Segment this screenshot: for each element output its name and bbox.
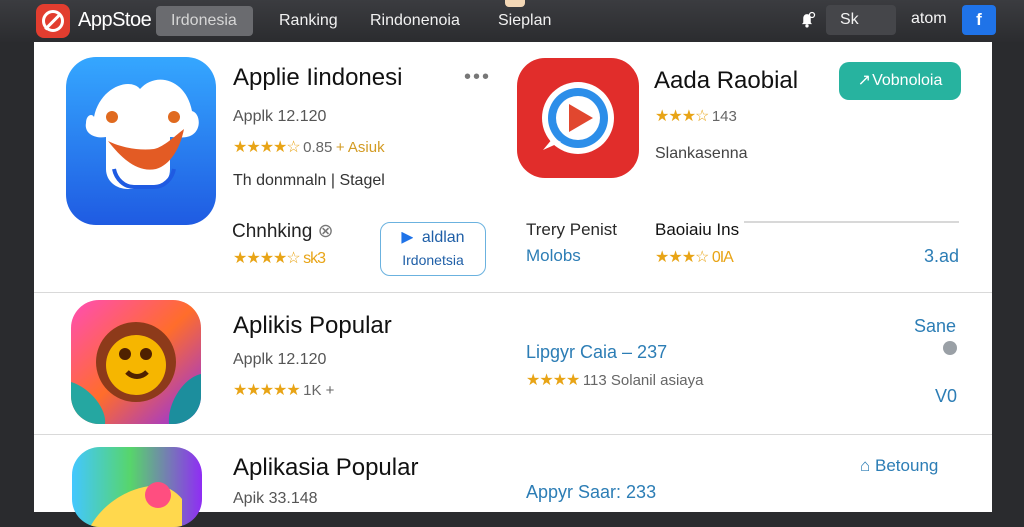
popular-meta: Applk 12.120 bbox=[233, 351, 327, 368]
download-icon: ↗ bbox=[857, 72, 872, 89]
app-meta: Applk 12.120 bbox=[233, 108, 327, 125]
tab-ranking[interactable]: Ranking bbox=[264, 6, 353, 36]
row-separator bbox=[34, 434, 992, 435]
ranking-label: Chnhking ⊗ bbox=[232, 220, 333, 243]
right-value[interactable]: 3.ad bbox=[924, 246, 959, 267]
brand-name[interactable]: AppStoe bbox=[78, 9, 152, 32]
center-line-2[interactable]: Molobs bbox=[526, 246, 581, 266]
app-title-second[interactable]: Aada Raobial bbox=[654, 67, 798, 95]
verified-icon: ⊗ bbox=[317, 221, 334, 242]
rating-count: 143 bbox=[711, 108, 737, 125]
rating-extra: + Asiuk bbox=[335, 139, 385, 156]
developer-text[interactable]: Th donmnaln | Stagel bbox=[233, 172, 385, 189]
download-button[interactable]: ↗ Vobnoloia bbox=[839, 62, 961, 100]
center-line-1: Trery Penist bbox=[526, 220, 618, 239]
app-list-content: Applie Iindonesi ••• Applk 12.120 ★★★★☆ … bbox=[34, 42, 992, 527]
indonesia-action-button[interactable]: aldlan Irdonetsia bbox=[380, 222, 486, 276]
betoung-link[interactable]: ⌂ Betoung bbox=[860, 456, 938, 476]
app-icon-colorful[interactable] bbox=[72, 447, 202, 527]
settings-icon[interactable] bbox=[943, 341, 957, 355]
stars: ★★★★☆ bbox=[233, 139, 301, 156]
second-subtitle: Slankasenna bbox=[655, 145, 748, 162]
facebook-button[interactable]: f bbox=[962, 5, 996, 35]
top-navigation-bar: AppStoe Irdonesia Ranking Rindonenoia Si… bbox=[0, 0, 1024, 42]
popular-title[interactable]: Aplikis Popular bbox=[233, 312, 392, 340]
popular-stars: ★★★★★ 1K + bbox=[233, 380, 334, 400]
rating-text: 0.85 bbox=[303, 139, 333, 156]
app-icon-play[interactable] bbox=[517, 58, 639, 178]
popular-center-title[interactable]: Lipgyr Caia – 237 bbox=[526, 342, 667, 363]
popular-center-title-2[interactable]: Appyr Saar: 233 bbox=[526, 482, 656, 503]
ranking-stars: ★★★★☆ sk3 bbox=[233, 250, 326, 267]
save-link[interactable]: Sane bbox=[914, 316, 956, 337]
download-extra: 1K + bbox=[303, 382, 335, 399]
popular-title-2[interactable]: Aplikasia Popular bbox=[233, 454, 418, 482]
tab-sieplan[interactable]: Sieplan bbox=[483, 6, 566, 36]
app-rating-stars: ★★★★☆ 0.85 + Asiuk bbox=[233, 137, 385, 157]
download-label: Vobnoloia bbox=[872, 72, 943, 89]
logo-ring-icon bbox=[42, 10, 64, 32]
divider-line bbox=[744, 221, 959, 223]
center-meta: 113 Solanil asiaya bbox=[582, 372, 704, 389]
right-label: Baoiaiu Ins bbox=[655, 220, 740, 239]
search-input[interactable]: Sk bbox=[826, 5, 896, 35]
app-icon-creature[interactable] bbox=[71, 300, 201, 424]
stars: ★★★☆ bbox=[655, 108, 709, 125]
secondary-label: Irdonetsia bbox=[402, 252, 464, 268]
right-stars: ★★★☆ 0IA bbox=[655, 249, 734, 266]
app-icon-bird[interactable] bbox=[66, 57, 216, 225]
betoung-label: Betoung bbox=[875, 456, 939, 475]
second-rating: ★★★☆ 143 bbox=[655, 106, 737, 126]
app-store-logo[interactable] bbox=[36, 4, 70, 38]
developer-line: Th donmnaln | Stagel bbox=[233, 172, 385, 190]
row-separator bbox=[34, 292, 992, 293]
more-options-icon[interactable]: ••• bbox=[464, 66, 491, 89]
tab-indonesia[interactable]: Irdonesia bbox=[156, 6, 253, 36]
account-name[interactable]: atom bbox=[911, 10, 947, 28]
ranking-text: Chnhking bbox=[232, 221, 313, 242]
shield-icon: ⌂ bbox=[860, 456, 871, 475]
value-link[interactable]: V0 bbox=[935, 386, 957, 407]
app-title[interactable]: Applie Iindonesi bbox=[233, 64, 402, 92]
stars: ★★★★★ bbox=[233, 382, 301, 399]
tab-rindonenoia[interactable]: Rindonenoia bbox=[355, 6, 475, 36]
stars: ★★★★ bbox=[526, 372, 580, 389]
popular-meta-2: Apik 33.148 bbox=[233, 490, 318, 507]
popular-center-rating: ★★★★ 113 Solanil asiaya bbox=[526, 370, 703, 390]
primary-label: aldlan bbox=[381, 227, 485, 249]
active-indicator bbox=[505, 0, 525, 7]
notification-bell-icon[interactable] bbox=[796, 10, 818, 30]
